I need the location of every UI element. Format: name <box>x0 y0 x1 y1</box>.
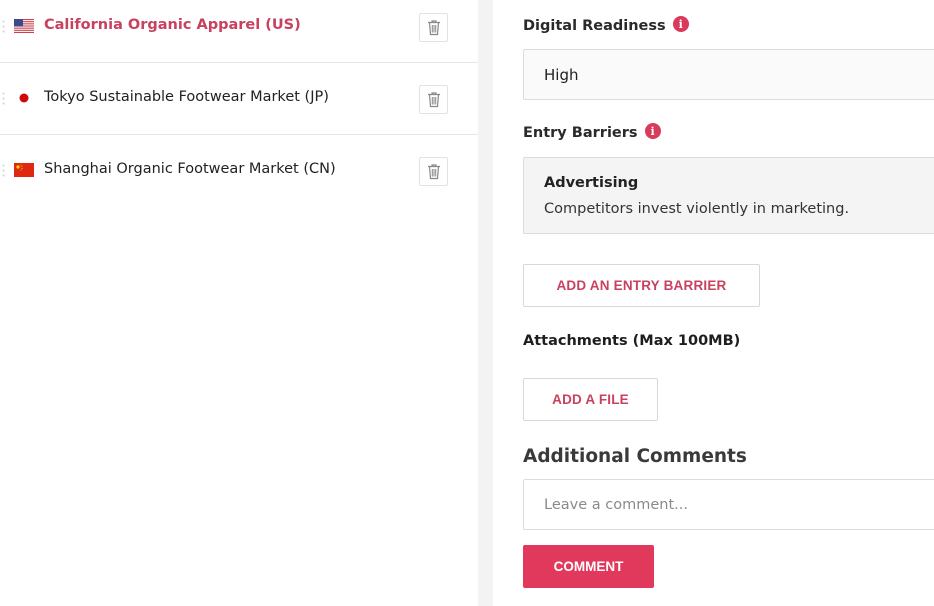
market-list-item[interactable]: Tokyo Sustainable Footwear Market (JP) <box>0 63 478 135</box>
delete-market-button[interactable] <box>419 85 448 114</box>
cn-flag-icon <box>14 163 34 177</box>
drag-handle-icon[interactable] <box>2 19 5 35</box>
delete-market-button[interactable] <box>419 13 448 42</box>
market-details-panel: Digital Readiness i High Entry Barriers … <box>493 0 934 606</box>
digital-readiness-value[interactable]: High <box>523 49 934 100</box>
market-list: California Organic Apparel (US) Tokyo Su… <box>0 0 478 606</box>
panel-divider <box>478 0 493 606</box>
trash-icon <box>427 164 440 180</box>
add-entry-barrier-button[interactable]: ADD AN ENTRY BARRIER <box>523 264 760 307</box>
attachments-label: Attachments (Max 100MB) <box>523 333 741 349</box>
drag-handle-icon[interactable] <box>2 91 5 107</box>
entry-barriers-label: Entry Barriers i <box>523 123 661 141</box>
drag-handle-icon[interactable] <box>2 163 5 179</box>
jp-flag-icon <box>19 93 29 103</box>
entry-barrier-card[interactable]: Advertising Competitors invest violently… <box>523 157 934 234</box>
comment-submit-button[interactable]: COMMENT <box>523 545 654 588</box>
market-name[interactable]: Shanghai Organic Footwear Market (CN) <box>44 159 336 179</box>
comment-input[interactable] <box>523 479 934 530</box>
trash-icon <box>427 20 440 36</box>
market-list-item[interactable]: California Organic Apparel (US) <box>0 0 478 63</box>
entry-barriers-label-text: Entry Barriers <box>523 125 638 141</box>
entry-barrier-title: Advertising <box>544 175 639 191</box>
market-name[interactable]: California Organic Apparel (US) <box>44 15 301 35</box>
entry-barrier-description: Competitors invest violently in marketin… <box>544 201 850 217</box>
add-file-button[interactable]: ADD A FILE <box>523 378 658 421</box>
digital-readiness-label-text: Digital Readiness <box>523 18 666 34</box>
info-icon[interactable]: i <box>644 123 661 139</box>
market-name[interactable]: Tokyo Sustainable Footwear Market (JP) <box>44 87 329 107</box>
delete-market-button[interactable] <box>419 157 448 186</box>
info-icon[interactable]: i <box>672 16 689 32</box>
market-list-item[interactable]: Shanghai Organic Footwear Market (CN) <box>0 135 478 207</box>
digital-readiness-label: Digital Readiness i <box>523 16 689 34</box>
additional-comments-heading: Additional Comments <box>523 446 747 467</box>
trash-icon <box>427 92 440 108</box>
us-flag-icon <box>14 19 34 33</box>
